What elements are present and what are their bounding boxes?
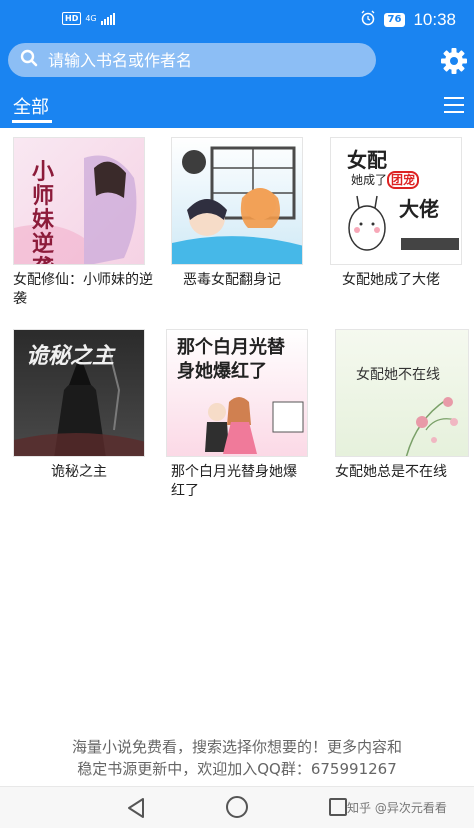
footer-note: 海量小说免费看，搜索选择你想要的！更多内容和 稳定书源更新中，欢迎加入QQ群：6… — [0, 736, 474, 780]
tab-all[interactable]: 全部 — [13, 93, 49, 119]
alarm-icon — [360, 10, 376, 30]
book-item[interactable]: 那个白月光替身她爆红了 那个白月光替身她爆红了 — [166, 329, 308, 501]
book-cover[interactable]: 女配她不在线 — [335, 329, 469, 457]
book-item[interactable]: 恶毒女配翻身记 — [171, 137, 311, 290]
footer-line-1: 海量小说免费看，搜索选择你想要的！更多内容和 — [71, 738, 402, 756]
book-item[interactable]: 女配 她成了 团宠 大佬 女配她成了大佬 — [330, 137, 470, 290]
battery-indicator: 76 — [383, 13, 406, 27]
clock: 10:38 — [413, 10, 456, 29]
network-type: 4G — [85, 13, 97, 23]
search-box[interactable] — [8, 43, 376, 77]
book-title: 女配她成了大佬 — [342, 272, 440, 288]
top-bar — [0, 42, 474, 80]
book-item[interactable]: 小师妹逆袭 女配修仙：小师妹的逆袭 — [13, 137, 153, 309]
search-icon — [8, 49, 38, 71]
watermark: 知乎 @异次元看看 — [347, 801, 447, 815]
signal-icon — [100, 12, 115, 25]
system-nav-bar: 知乎 @异次元看看 — [0, 786, 474, 828]
book-title: 诡秘之主 — [51, 464, 107, 480]
gear-icon[interactable] — [440, 47, 468, 75]
cover-title-text: 诡秘之主 — [26, 343, 115, 369]
recent-apps-icon[interactable] — [329, 798, 347, 816]
book-cover[interactable]: 小师妹逆袭 — [13, 137, 145, 265]
book-title: 那个白月光替身她爆红了 — [171, 464, 297, 499]
tab-indicator — [12, 120, 52, 123]
book-title: 恶毒女配翻身记 — [183, 272, 281, 288]
book-title: 女配修仙：小师妹的逆袭 — [13, 272, 153, 307]
book-item[interactable]: 女配她不在线 女配她总是不在线 — [335, 329, 474, 482]
search-input[interactable] — [48, 50, 348, 70]
tab-bar: 全部 — [0, 80, 474, 128]
home-icon[interactable] — [226, 796, 248, 818]
cover-title-text: 小师妹逆袭 — [32, 159, 55, 264]
book-title: 女配她总是不在线 — [335, 464, 447, 480]
status-bar: HD 4G 76 10:38 — [0, 0, 474, 42]
hd-badge: HD — [62, 12, 82, 25]
book-item[interactable]: 诡秘之主 诡秘之主 — [13, 329, 153, 482]
book-cover[interactable]: 那个白月光替身她爆红了 — [166, 329, 308, 457]
footer-line-2: 稳定书源更新中，欢迎加入QQ群：675991267 — [77, 760, 397, 778]
book-cover[interactable] — [171, 137, 303, 265]
back-icon[interactable] — [126, 797, 146, 823]
book-cover[interactable]: 女配 她成了 团宠 大佬 — [330, 137, 462, 265]
menu-icon[interactable] — [444, 97, 464, 113]
book-cover[interactable]: 诡秘之主 — [13, 329, 145, 457]
